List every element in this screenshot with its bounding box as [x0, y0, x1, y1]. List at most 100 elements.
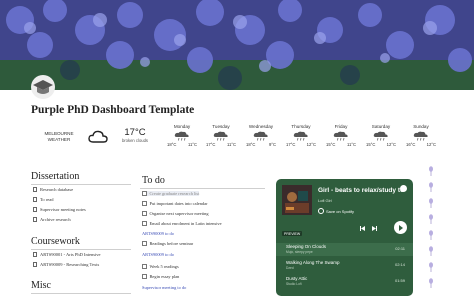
save-label: Save on Spotify — [326, 208, 355, 214]
checkbox[interactable] — [142, 191, 147, 196]
todo-text: Readings before seminar — [149, 241, 194, 246]
checkbox[interactable] — [142, 211, 147, 216]
track-duration: 02:14 — [394, 262, 405, 267]
flower-icon — [429, 182, 433, 192]
checkbox[interactable] — [142, 274, 147, 279]
todo-group-label: ARTS90009 to do — [142, 252, 174, 257]
cloud-icon — [88, 130, 108, 144]
day-high: 15°C — [366, 142, 376, 147]
day-name: Thursday — [291, 124, 311, 129]
rain-cloud-icon — [293, 131, 309, 141]
skip-back-icon[interactable] — [360, 226, 365, 231]
day-low: 9°C — [268, 142, 276, 147]
cover-image — [0, 0, 474, 90]
link-label: Archive research — [40, 217, 71, 222]
link-label: ARTS90001 - Arts PhD Intensive — [40, 252, 101, 257]
track-artist: Studio Lofi — [286, 282, 302, 286]
todo-item[interactable]: Put important dates into calendar — [142, 201, 208, 206]
rain-cloud-icon — [174, 131, 190, 141]
day-name: Tuesday — [212, 124, 230, 129]
track-name: Walking Along The Swamp — [286, 260, 340, 265]
misc-heading: Misc — [31, 280, 51, 291]
todo-group-label: ARTS90009 to do — [142, 231, 174, 236]
spotify-logo-icon — [400, 185, 407, 192]
forecast-day: Tuesday 17°C 11°C — [204, 124, 238, 147]
divider — [140, 188, 265, 189]
day-high: 17°C — [206, 142, 216, 147]
location-label: WEATHER — [47, 137, 71, 142]
current-temp: 17°C — [124, 127, 146, 138]
dissertation-link[interactable]: Supervisor meeting notes — [33, 207, 86, 212]
todo-item[interactable]: Organise next supervisor meeting — [142, 211, 209, 216]
day-name: Friday — [334, 124, 348, 129]
todo-item[interactable]: Begin essay plan — [142, 274, 179, 279]
divider — [31, 249, 131, 250]
weather-location: MELBOURNE WEATHER — [44, 131, 74, 143]
link-label: ARTS90009 - Researching Texts — [40, 262, 100, 267]
todo-group-label: Supervisor meeting to do — [142, 285, 187, 290]
flower-icon — [429, 214, 433, 224]
track-row[interactable]: Walking Along The Swamp Dzed 02:14 — [276, 259, 413, 272]
day-high: 18°C — [167, 142, 177, 147]
day-high: 16°C — [406, 142, 416, 147]
day-low: 12°C — [386, 142, 396, 147]
track-artist: Mujo, sleepy pepe — [286, 250, 313, 254]
todo-item[interactable]: Week 5 readings — [142, 264, 179, 269]
dissertation-link[interactable]: Research database — [33, 187, 73, 192]
flower-icon — [429, 166, 433, 176]
playlist-title[interactable]: Girl - beats to relax/study to — [318, 187, 404, 194]
skip-forward-icon[interactable] — [372, 226, 377, 231]
rain-cloud-icon — [213, 131, 229, 141]
day-low: 11°C — [346, 142, 356, 147]
checkbox[interactable] — [142, 241, 147, 246]
page-icon — [33, 217, 37, 222]
spotify-embed[interactable]: Girl - beats to relax/study to Lofi Girl… — [276, 179, 413, 296]
divider — [31, 293, 131, 294]
todo-text: Create graduate research list — [149, 191, 200, 196]
rain-cloud-icon — [413, 131, 429, 141]
todo-item[interactable]: Email about enrolment in Latin intensive — [142, 221, 222, 226]
page-icon — [33, 207, 37, 212]
flower-icon — [429, 278, 433, 288]
checkbox[interactable] — [142, 264, 147, 269]
forecast-day: Monday 18°C 11°C — [165, 124, 199, 147]
current-desc: broken clouds — [121, 138, 149, 143]
forecast-day: Thursday 17°C 12°C — [284, 124, 318, 147]
flower-icon — [429, 262, 433, 272]
forecast-day: Saturday 15°C 12°C — [364, 124, 398, 147]
checkbox[interactable] — [142, 201, 147, 206]
play-button[interactable] — [394, 221, 407, 234]
link-label: To read — [40, 197, 54, 202]
todo-item[interactable]: Create graduate research list — [142, 191, 200, 196]
dissertation-link[interactable]: Archive research — [33, 217, 71, 222]
todo-text: Begin essay plan — [149, 274, 180, 279]
track-row[interactable]: Dusty Attic Studio Lofi 01:59 — [276, 275, 413, 288]
day-low: 11°C — [226, 142, 236, 147]
divider — [31, 184, 131, 185]
dissertation-link[interactable]: To read — [33, 197, 54, 202]
graduation-cap-icon — [30, 74, 56, 100]
day-name: Saturday — [371, 124, 391, 129]
coursework-link[interactable]: ARTS90009 - Researching Texts — [33, 262, 99, 267]
track-duration: 01:59 — [394, 278, 405, 283]
track-artist: Dzed — [286, 266, 294, 270]
coursework-link[interactable]: ARTS90001 - Arts PhD Intensive — [33, 252, 100, 257]
page-icon — [33, 252, 37, 257]
forecast-day: Wednesday 18°C 9°C — [244, 124, 278, 147]
day-high: 17°C — [286, 142, 296, 147]
day-low: 11°C — [187, 142, 197, 147]
page-title: Purple PhD Dashboard Template — [31, 104, 195, 116]
current-weather: 17°C broken clouds — [118, 127, 152, 143]
track-name: Dusty Attic — [286, 276, 308, 281]
todo-item[interactable]: Readings before seminar — [142, 241, 193, 246]
track-row[interactable]: Sleeping On Clouds Mujo, sleepy pepe 02:… — [276, 243, 413, 256]
rain-cloud-icon — [373, 131, 389, 141]
save-on-spotify-button[interactable]: Save on Spotify — [318, 208, 354, 214]
day-high: 18°C — [246, 142, 256, 147]
rain-cloud-icon — [333, 131, 349, 141]
day-name: Monday — [173, 124, 191, 129]
flower-icon — [429, 198, 433, 208]
playlist-owner[interactable]: Lofi Girl — [318, 198, 332, 203]
checkbox[interactable] — [142, 221, 147, 226]
page-icon — [33, 197, 37, 202]
